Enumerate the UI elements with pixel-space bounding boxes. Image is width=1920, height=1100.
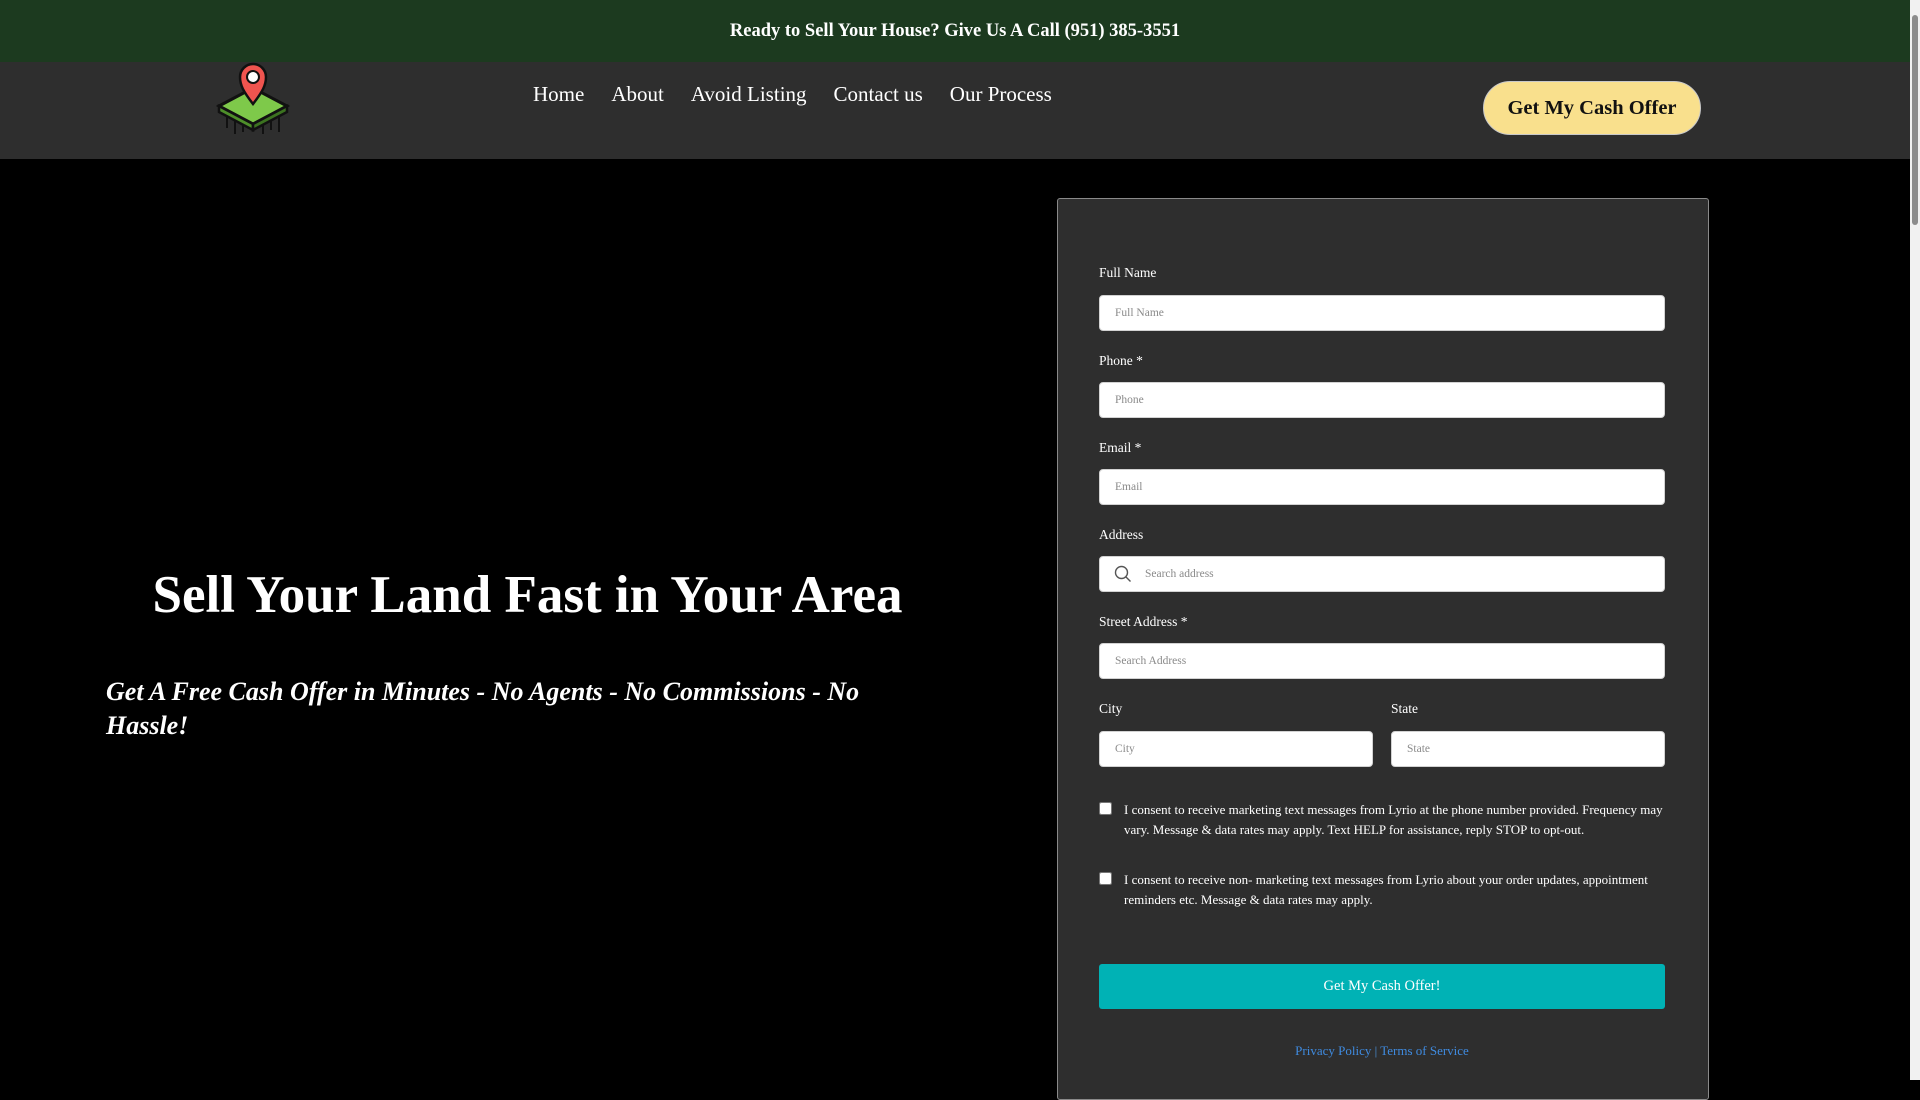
- non-marketing-consent-text: I consent to receive non- marketing text…: [1124, 872, 1648, 907]
- submit-button[interactable]: Get My Cash Offer!: [1099, 964, 1665, 1009]
- nav-our-process[interactable]: Our Process: [950, 82, 1052, 107]
- announcement-text: Ready to Sell Your House? Give Us A Call…: [729, 20, 1181, 41]
- marketing-consent-checkbox[interactable]: [1099, 802, 1112, 815]
- logo[interactable]: [213, 58, 293, 136]
- phone-input[interactable]: [1099, 382, 1665, 418]
- street-address-label: Street Address *: [1099, 614, 1188, 629]
- street-address-input[interactable]: [1099, 643, 1665, 679]
- privacy-policy-link[interactable]: Privacy Policy: [1295, 1043, 1371, 1058]
- city-input[interactable]: [1099, 731, 1373, 767]
- nav-home[interactable]: Home: [533, 82, 584, 107]
- scrollbar[interactable]: [1910, 0, 1920, 1080]
- map-pin-land-logo-icon: [215, 62, 291, 134]
- nav-avoid-listing[interactable]: Avoid Listing: [691, 82, 807, 107]
- phone-label: Phone *: [1099, 353, 1143, 368]
- main-nav: Home About Avoid Listing Contact us Our …: [533, 82, 1052, 107]
- hero-subtitle: Get A Free Cash Offer in Minutes - No Ag…: [106, 677, 860, 740]
- nav-contact-us[interactable]: Contact us: [834, 82, 923, 107]
- marketing-consent-text: I consent to receive marketing text mess…: [1124, 802, 1663, 837]
- city-label: City: [1099, 701, 1123, 716]
- state-label: State: [1391, 701, 1418, 716]
- announcement-bar: Ready to Sell Your House? Give Us A Call…: [0, 0, 1910, 62]
- terms-of-service-link[interactable]: Terms of Service: [1380, 1043, 1469, 1058]
- email-label: Email *: [1099, 440, 1142, 455]
- address-search-input[interactable]: [1099, 556, 1665, 592]
- email-input[interactable]: [1099, 469, 1665, 505]
- non-marketing-consent-checkbox[interactable]: [1099, 872, 1112, 885]
- get-cash-offer-button[interactable]: Get My Cash Offer: [1483, 81, 1701, 135]
- full-name-input[interactable]: [1099, 295, 1665, 331]
- address-search: [1099, 556, 1665, 592]
- legal-separator: |: [1374, 1043, 1378, 1058]
- hero-title: Sell Your Land Fast in Your Area: [152, 566, 903, 624]
- search-icon: [1114, 565, 1131, 582]
- full-name-label: Full Name: [1099, 265, 1157, 280]
- address-label: Address: [1099, 527, 1144, 542]
- legal-links: Privacy Policy | Terms of Service: [1099, 1043, 1665, 1059]
- nav-about[interactable]: About: [611, 82, 664, 107]
- state-input[interactable]: [1391, 731, 1665, 767]
- scrollbar-thumb[interactable]: [1912, 15, 1918, 225]
